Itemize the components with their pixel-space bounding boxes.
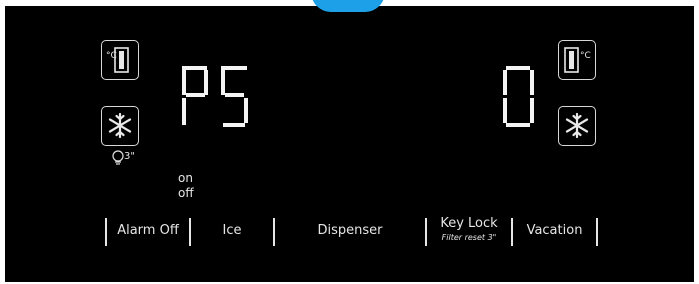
dispenser-button[interactable]: Dispenser (276, 223, 424, 238)
key-lock-button[interactable]: Key Lock Filter reset 3" (428, 216, 510, 248)
separator (273, 218, 275, 246)
separator (425, 218, 427, 246)
ice-status-on: on (178, 171, 193, 185)
freeze-button-right[interactable] (558, 106, 596, 146)
right-temp-display: 0 (502, 64, 546, 128)
freezer-temp-button[interactable]: °C (558, 40, 596, 80)
key-lock-label: Key Lock (440, 216, 498, 231)
svg-text:°C: °C (580, 51, 591, 61)
timer-label: 3" (124, 151, 135, 162)
separator (511, 218, 513, 246)
separator (189, 218, 191, 246)
fridge-thermometer-icon: °C (106, 47, 129, 73)
ice-button[interactable]: Ice (192, 223, 272, 238)
top-indicator-tab (311, 0, 385, 12)
vacation-button[interactable]: Vacation (514, 223, 595, 238)
left-temp-display: P5 (180, 64, 270, 128)
snowflake-icon (565, 112, 589, 139)
alarm-off-button[interactable]: Alarm Off (108, 223, 188, 238)
separator (596, 218, 598, 246)
filter-reset-label: Filter reset 3" (441, 233, 497, 242)
ice-status-off: off (178, 186, 194, 200)
snowflake-icon (108, 112, 132, 139)
freezer-thermometer-icon: °C (564, 47, 591, 73)
right-temp-value: 0 (502, 64, 503, 65)
timer-indicator: 3" (111, 150, 145, 166)
fridge-temp-button[interactable]: °C (101, 40, 139, 80)
left-temp-value: P5 (180, 64, 181, 65)
freeze-button-left[interactable] (101, 106, 139, 146)
bulb-timer-icon (112, 150, 124, 165)
separator (105, 218, 107, 246)
